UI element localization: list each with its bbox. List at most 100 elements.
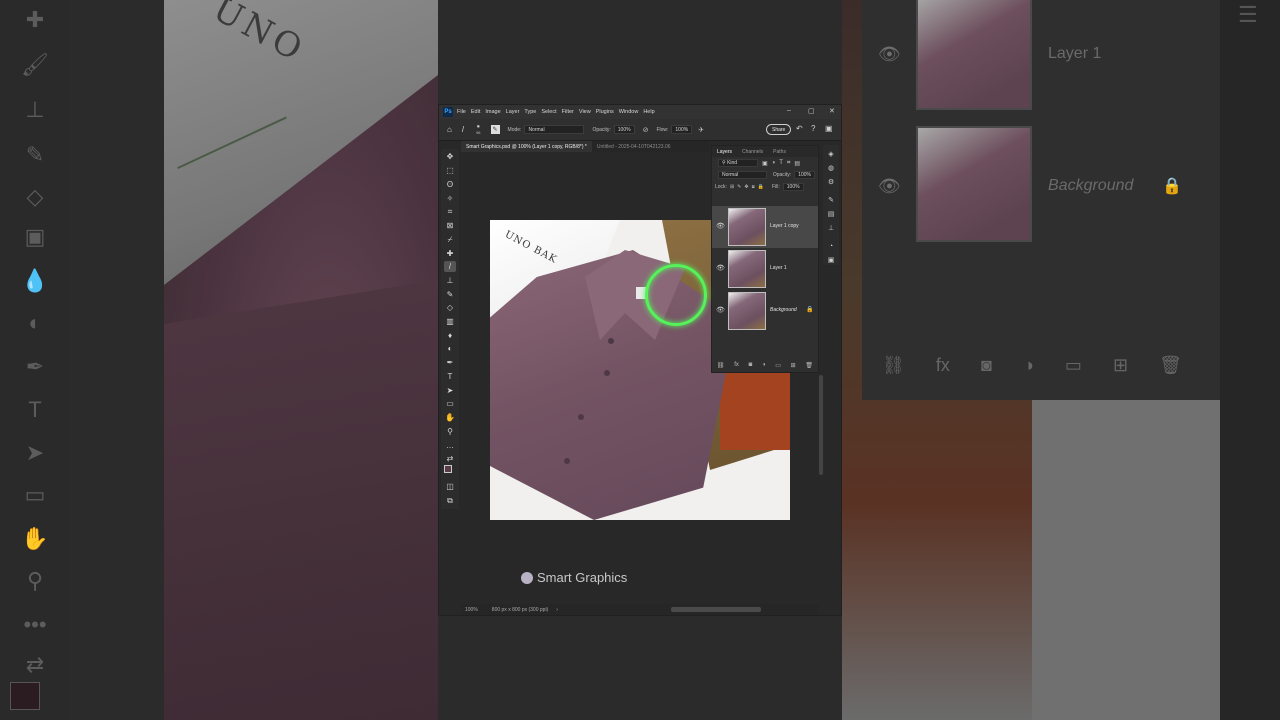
zoom-tool-icon[interactable]: ⚲ (444, 426, 456, 437)
tab-paths[interactable]: Paths (768, 149, 791, 155)
zoom-level[interactable]: 100% (465, 607, 478, 613)
opacity-field[interactable]: 100% (613, 125, 635, 134)
menu-edit[interactable]: Edit (471, 109, 480, 115)
filter-smart-icon[interactable]: ▤ (794, 160, 800, 167)
frame-tool-icon[interactable]: ⊠ (444, 220, 456, 231)
filter-shape-icon[interactable]: ⌗ (787, 160, 790, 167)
filter-kind-select[interactable]: ⚲ Kind (718, 159, 758, 167)
rectangle-tool-icon[interactable]: ▭ (444, 398, 456, 409)
foreground-color[interactable] (444, 465, 452, 473)
menu-filter[interactable]: Filter (562, 109, 574, 115)
new-layer-icon[interactable]: ⊞ (791, 362, 796, 369)
delete-layer-icon[interactable]: 🗑 (805, 362, 813, 369)
fx-icon[interactable]: fx (734, 362, 739, 368)
brush-preset-picker[interactable]: ● 96 (476, 124, 480, 135)
minimize-icon[interactable]: – (787, 107, 791, 114)
brush-panel-icon[interactable]: ✎ (826, 195, 836, 205)
menu-help[interactable]: Help (643, 109, 654, 115)
dodge-tool-icon[interactable]: ◐ (444, 343, 456, 354)
airbrush-icon[interactable]: ✈ (698, 126, 704, 134)
move-tool-icon[interactable]: ✥ (444, 151, 456, 162)
screen-mode-icon[interactable]: ⧉ (444, 495, 456, 506)
visibility-eye-icon[interactable]: 👁 (716, 306, 725, 314)
adjustments-panel-icon[interactable]: ⚙ (826, 177, 836, 187)
history-brush-icon[interactable]: ✎ (444, 289, 456, 300)
layer-row[interactable]: 👁 Layer 1 (712, 248, 818, 290)
lock-all-icon[interactable]: 🔒 (758, 184, 764, 190)
layer-row[interactable]: 👁 Layer 1 copy (712, 206, 818, 248)
marquee-tool-icon[interactable]: ⬚ (444, 165, 456, 176)
tab-untitled[interactable]: Untitled - 2025-04-10T042123.06 (592, 141, 676, 152)
workspace-icon[interactable]: ▣ (825, 124, 833, 133)
eyedropper-icon[interactable]: ⌿ (444, 234, 456, 245)
filter-pixel-icon[interactable]: ▣ (762, 160, 768, 167)
mode-select[interactable]: Normal (524, 125, 585, 134)
tab-smart-graphics[interactable]: Smart Graphics.psd @ 100% (Layer 1 copy,… (461, 141, 592, 152)
tab-layers[interactable]: Layers (712, 149, 737, 155)
visibility-eye-icon[interactable]: 👁 (716, 264, 725, 272)
layer-opacity-field[interactable]: 100% (794, 171, 815, 179)
menu-view[interactable]: View (579, 109, 591, 115)
new-group-icon[interactable]: ▭ (775, 362, 781, 369)
maximize-icon[interactable]: ▢ (808, 107, 815, 115)
undo-icon[interactable]: ↶ (796, 124, 803, 133)
menu-window[interactable]: Window (619, 109, 639, 115)
menu-select[interactable]: Select (541, 109, 556, 115)
brush-tool-icon[interactable]: / (462, 125, 464, 134)
pressure-opacity-icon[interactable]: ⊘ (643, 126, 649, 134)
layer-thumbnail (728, 250, 766, 288)
history-panel-icon[interactable]: ◔ (826, 241, 836, 251)
filter-adjust-icon[interactable]: ◑ (772, 160, 776, 166)
gradient-tool-icon[interactable]: ▥ (444, 316, 456, 327)
color-panel-icon[interactable]: ◍ (826, 163, 836, 173)
lock-paint-icon[interactable]: ✎ (737, 184, 741, 190)
lock-pixels-icon[interactable]: ⊞ (730, 184, 734, 190)
tab-channels[interactable]: Channels (737, 149, 768, 155)
home-icon[interactable]: ⌂ (447, 125, 452, 134)
eraser-tool-icon[interactable]: ◇ (444, 302, 456, 313)
clone-stamp-icon[interactable]: ⊥ (444, 275, 456, 286)
pen-tool-icon[interactable]: ✒ (444, 357, 456, 368)
libraries-panel-icon[interactable]: ▣ (826, 255, 836, 265)
filter-type-icon[interactable]: T (779, 160, 783, 166)
layer-row[interactable]: 👁 Background 🔒 (712, 290, 818, 332)
share-button[interactable]: Share (766, 124, 792, 135)
menu-layer[interactable]: Layer (506, 109, 520, 115)
visibility-eye-icon[interactable]: 👁 (716, 222, 725, 230)
close-icon[interactable]: ✕ (829, 107, 835, 115)
blur-tool-icon[interactable]: ♦ (444, 330, 456, 341)
fill-field[interactable]: 100% (782, 183, 804, 191)
clone-source-icon[interactable]: ⊥ (826, 223, 836, 233)
healing-brush-icon[interactable]: ✚ (444, 248, 456, 259)
layers-panel-icon[interactable]: ◈ (826, 149, 836, 159)
brush-settings-icon[interactable]: ✎ (490, 125, 500, 134)
brush-icon: 🖌 (21, 52, 49, 77)
properties-panel-icon[interactable]: ▤ (826, 209, 836, 219)
link-layers-icon[interactable]: ⛓ (717, 362, 725, 369)
crop-tool-icon[interactable]: ⌗ (444, 206, 456, 217)
add-mask-icon[interactable]: ◙ (749, 362, 753, 368)
menu-plugins[interactable]: Plugins (596, 109, 614, 115)
menu-file[interactable]: File (457, 109, 466, 115)
menu-image[interactable]: Image (485, 109, 500, 115)
lock-artboard-icon[interactable]: ⧈ (752, 184, 755, 190)
brush-tool-active-icon[interactable]: / (444, 261, 456, 272)
blend-mode-select[interactable]: Normal (718, 171, 767, 179)
quick-select-icon[interactable]: ✧ (444, 193, 456, 204)
more-tools-icon[interactable]: … (444, 440, 456, 451)
help-icon[interactable]: ? (811, 124, 815, 133)
vertical-scrollbar[interactable] (819, 375, 823, 475)
swap-colors-icon[interactable]: ⇄ (444, 453, 456, 464)
path-select-icon[interactable]: ➤ (444, 385, 456, 396)
adjustment-layer-icon[interactable]: ◑ (762, 362, 766, 368)
lasso-tool-icon[interactable]: ʘ (444, 179, 456, 190)
lock-move-icon[interactable]: ✥ (744, 184, 748, 190)
flow-field[interactable]: 100% (671, 125, 693, 134)
horizontal-scrollbar[interactable] (671, 607, 761, 612)
status-arrow-icon[interactable]: › (556, 607, 558, 613)
type-tool-icon[interactable]: T (444, 371, 456, 382)
menu-type[interactable]: Type (524, 109, 536, 115)
properties-icon: ☰ (1238, 2, 1258, 27)
quick-mask-icon[interactable]: ◫ (444, 481, 456, 492)
hand-tool-icon[interactable]: ✋ (444, 412, 456, 423)
